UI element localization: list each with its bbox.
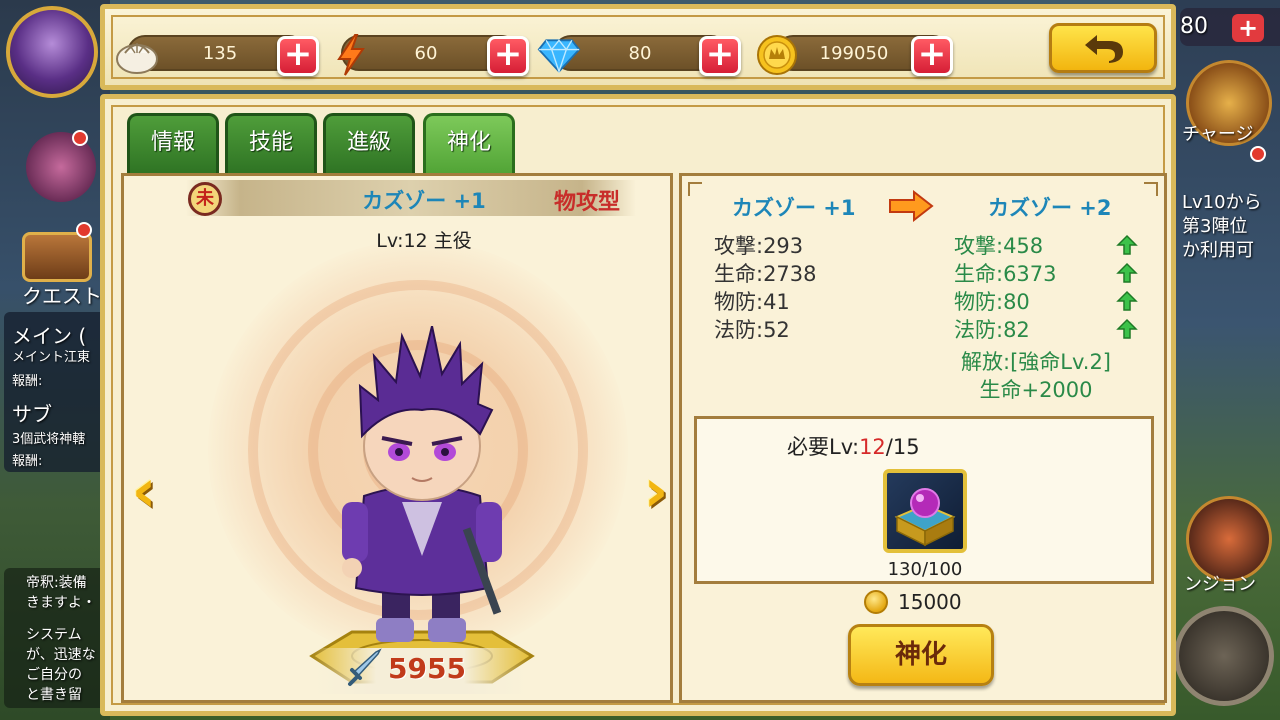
chest-icon[interactable] — [22, 232, 92, 282]
add-stamina-button[interactable]: + — [487, 36, 529, 76]
tab-advance[interactable]: 進級 — [323, 113, 415, 173]
frame-corner — [1144, 182, 1158, 196]
unlock-bonus: 解放:[強命Lv.2] 生命+2000 — [938, 348, 1134, 404]
charge-label: チャージ — [1182, 124, 1254, 145]
character-name: カズゾー +1 — [362, 189, 486, 213]
sword-icon — [348, 648, 382, 686]
right-resource-value: 80 — [1180, 14, 1208, 39]
stat-up-icon — [1116, 262, 1138, 283]
lock-hint-line: Lv10から — [1182, 192, 1262, 213]
add-food-button[interactable]: + — [277, 36, 319, 76]
hero-panel: 情報 技能 進級 神化 未 カズゾー +1 物攻型 Lv:12 主役 ‹ › 5… — [100, 94, 1176, 716]
material-count: 130/100 — [887, 559, 963, 580]
chat-line: きますよ・ — [26, 595, 96, 611]
battle-button[interactable] — [1174, 606, 1274, 706]
next-mdef: 法防:82 — [954, 318, 1030, 342]
quest-main-desc: メイント江東 — [12, 350, 91, 365]
add-gold-button[interactable]: + — [911, 36, 953, 76]
arrow-right-icon — [889, 190, 934, 222]
notification-dot — [76, 222, 92, 238]
next-stats: 攻撃:458 生命:6373 物防:80 法防:82 — [954, 232, 1057, 344]
tab-info[interactable]: 情報 — [127, 113, 219, 173]
notification-dot — [1250, 146, 1266, 162]
next-attack: 攻撃:458 — [954, 234, 1044, 258]
resource-bar: 135 + 60 + 80 + 199050 + — [100, 4, 1176, 90]
prev-character-button[interactable]: ‹ — [124, 461, 164, 522]
return-arrow-icon — [1085, 35, 1123, 63]
unlock-hp-bonus: 生命+2000 — [979, 378, 1093, 402]
next-character-button[interactable]: › — [636, 461, 676, 522]
quest-sub-reward: 報酬: — [12, 454, 43, 469]
quest-main-reward: 報酬: — [12, 374, 43, 389]
next-form-name: カズゾー +2 — [988, 196, 1112, 220]
next-hp: 生命:6373 — [954, 262, 1057, 286]
stat-up-icon — [1116, 234, 1138, 255]
gold-cost-value: 15000 — [898, 590, 962, 614]
character-type: 物攻型 — [554, 190, 621, 215]
frame-corner — [688, 182, 702, 196]
chat-line: と書き留 — [26, 687, 82, 703]
next-pdef: 物防:80 — [954, 290, 1030, 314]
current-attack: 攻撃:293 — [714, 234, 804, 258]
back-button[interactable] — [1049, 23, 1157, 73]
required-level: 必要Lv:12/15 — [787, 431, 920, 461]
gold-cost: 15000 — [864, 588, 962, 616]
chat-line: ご自分の — [26, 667, 82, 683]
gems-value: 80 — [628, 43, 652, 64]
tab-deify[interactable]: 神化 — [423, 113, 515, 177]
right-add-button[interactable]: + — [1232, 14, 1264, 42]
stamina-value: 60 — [414, 43, 438, 64]
combat-power: 5955 — [388, 652, 466, 685]
quest-sub-desc: 3個武将神轄 — [12, 432, 86, 447]
quest-sub-title: サブ — [12, 402, 52, 426]
quest-main-title: メイン ( — [12, 324, 87, 348]
current-level-value: 12 — [859, 435, 886, 459]
deify-button[interactable]: 神化 — [848, 624, 994, 686]
deify-details: カズゾー +1 カズゾー +2 攻撃:293 生命:2738 物防:41 法防:… — [679, 173, 1167, 703]
chat-line: 帝釈:装備 — [26, 575, 87, 591]
add-gems-button[interactable]: + — [699, 36, 741, 76]
character-showcase: 未 カズゾー +1 物攻型 Lv:12 主役 ‹ › 5955 — [121, 173, 673, 703]
gem-chest-icon — [894, 488, 956, 547]
unlock-skill: 解放:[強命Lv.2] — [961, 350, 1111, 374]
required-level-value: /15 — [885, 435, 920, 459]
material-item-slot[interactable] — [883, 469, 967, 553]
bun-icon — [115, 33, 159, 77]
chat-line: システム — [26, 627, 82, 643]
dungeon-label: ンジョン — [1184, 574, 1256, 595]
notification-dot — [72, 130, 88, 146]
lock-hint-line: 第3陣位 — [1182, 216, 1248, 237]
lock-hint-line: か利用可 — [1182, 240, 1254, 261]
required-level-label: 必要Lv: — [787, 435, 860, 459]
player-avatar[interactable] — [6, 6, 98, 98]
stat-up-icon — [1116, 290, 1138, 311]
zodiac-badge: 未 — [188, 182, 222, 216]
stat-up-icon — [1116, 318, 1138, 339]
tab-skills[interactable]: 技能 — [225, 113, 317, 173]
character-level: Lv:12 主役 — [376, 230, 472, 252]
current-form-name: カズゾー +1 — [732, 196, 856, 220]
diamond-icon — [537, 33, 581, 77]
current-pdef: 物防:41 — [714, 290, 790, 314]
current-mdef: 法防:52 — [714, 318, 790, 342]
gold-value: 199050 — [819, 43, 889, 64]
quest-button-label[interactable]: クエスト — [22, 280, 106, 309]
coin-icon — [864, 590, 888, 614]
current-stats: 攻撃:293 生命:2738 物防:41 法防:52 — [714, 232, 817, 344]
current-hp: 生命:2738 — [714, 262, 817, 286]
chat-line: が、迅速な — [26, 647, 96, 663]
gold-coin-icon — [755, 33, 799, 77]
food-value: 135 — [202, 43, 238, 64]
lightning-icon — [329, 33, 373, 77]
requirement-box: 必要Lv:12/15 130/100 — [694, 416, 1154, 584]
